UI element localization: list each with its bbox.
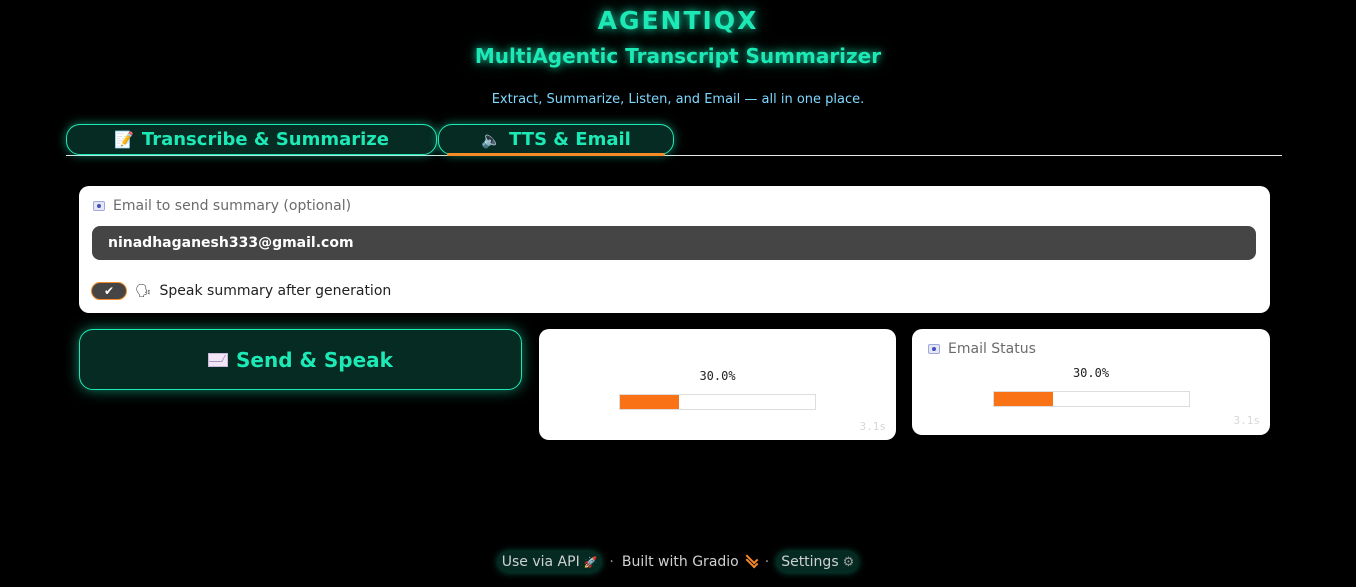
settings-link[interactable]: Settings ⚙ — [777, 552, 859, 572]
send-speak-button[interactable]: Send & Speak — [79, 329, 522, 390]
gradio-logo-icon — [745, 557, 757, 567]
email-icon — [93, 201, 105, 211]
app-title: AGENTIQX — [597, 6, 759, 35]
speak-elapsed: 3.1s — [859, 420, 887, 433]
speaker-icon — [481, 130, 501, 149]
email-status-box: Email Status 30.0% 3.1s — [912, 329, 1270, 435]
email-status-text: Email Status — [948, 341, 1036, 357]
footer-separator: · — [764, 554, 770, 570]
tab-tts-email[interactable]: TTS & Email — [438, 124, 674, 156]
email-field-label: Email to send summary (optional) — [93, 198, 351, 214]
email-status-label: Email Status — [928, 341, 1036, 357]
speak-progress-text: 30.0% — [699, 369, 736, 383]
use-via-api-link[interactable]: Use via API — [497, 552, 602, 572]
speaking-head-icon — [135, 284, 152, 299]
tab-transcribe-summarize[interactable]: Transcribe & Summarize — [66, 124, 437, 155]
speak-checkbox-row: ✔ Speak summary after generation — [91, 282, 391, 300]
speak-checkbox-label[interactable]: Speak summary after generation — [160, 283, 392, 299]
footer-separator: · — [609, 554, 614, 570]
built-with-gradio-link[interactable]: Built with Gradio — [622, 554, 757, 570]
tab-bar: Transcribe & Summarize TTS & Email — [66, 124, 1282, 156]
app-subtitle: MultiAgentic Transcript Summarizer — [474, 44, 882, 68]
envelope-icon — [208, 352, 228, 367]
built-label: Built with Gradio — [621, 554, 739, 570]
tagline: Extract, Summarize, Listen, and Email — … — [491, 92, 865, 107]
speak-status-box: 30.0% 3.1s — [539, 329, 896, 440]
settings-label: Settings — [781, 554, 839, 570]
memo-icon — [114, 130, 134, 149]
tab-label: Transcribe & Summarize — [141, 129, 389, 150]
email-field[interactable] — [92, 226, 1256, 260]
speak-progress-fill — [620, 395, 679, 409]
email-icon — [928, 344, 940, 354]
email-progress-text: 30.0% — [1072, 366, 1110, 380]
footer: Use via API · Built with Gradio · Settin… — [0, 551, 1356, 573]
tab-label: TTS & Email — [509, 129, 631, 150]
rocket-icon — [584, 554, 598, 570]
send-speak-label: Send & Speak — [236, 347, 393, 372]
gear-icon: ⚙ — [842, 554, 855, 570]
speak-checkbox[interactable]: ✔ — [91, 282, 127, 300]
api-label: Use via API — [501, 554, 580, 570]
email-progress-fill — [994, 392, 1053, 406]
email-panel: Email to send summary (optional) ✔ Speak… — [79, 186, 1270, 313]
email-progress-bar — [993, 391, 1190, 407]
email-label-text: Email to send summary (optional) — [113, 198, 352, 214]
speak-progress-bar — [619, 394, 816, 410]
email-elapsed: 3.1s — [1233, 414, 1261, 427]
